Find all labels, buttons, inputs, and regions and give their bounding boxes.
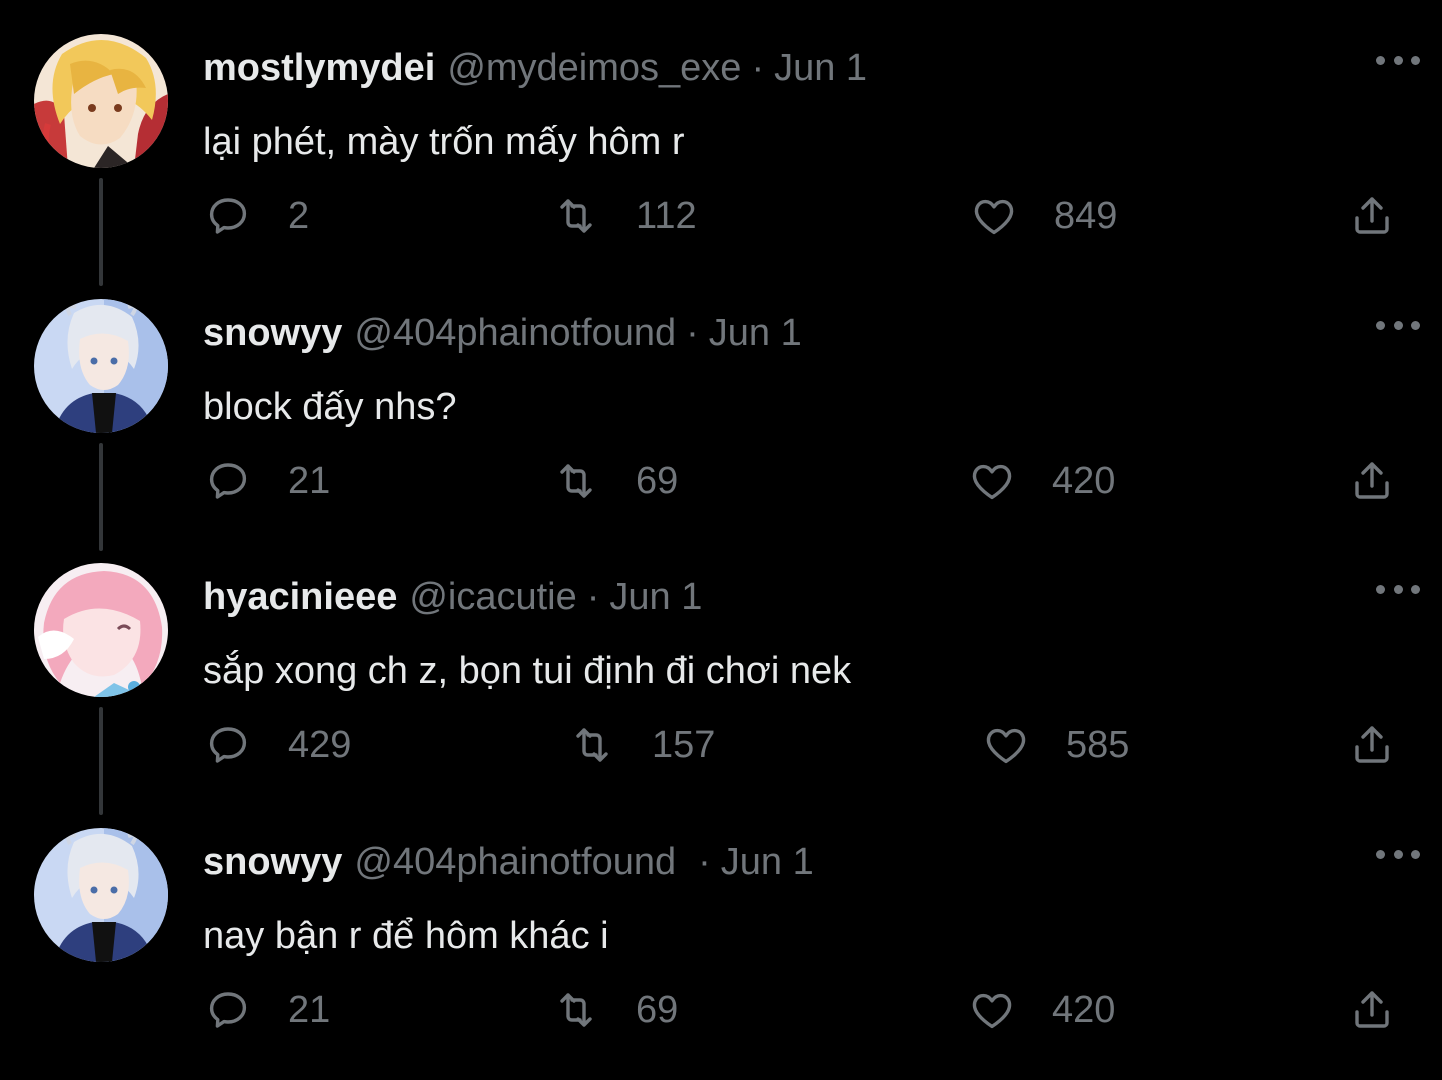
reply-icon — [209, 992, 247, 1028]
display-name[interactable]: mostlymydei — [203, 47, 435, 89]
retweet-button[interactable]: 157 — [568, 717, 715, 773]
avatar[interactable] — [34, 299, 168, 433]
reply-button[interactable]: 429 — [204, 717, 351, 773]
tweet-header: hyacinieee @icacutie · Jun 1 — [203, 575, 702, 619]
tweet[interactable]: snowyy @404phainotfound · Jun 1 nay bận r đ… — [0, 794, 1442, 1059]
tweet-text: nay bận r để hôm khác i — [203, 915, 609, 957]
reply-button[interactable]: 2 — [204, 188, 309, 244]
display-name[interactable]: snowyy — [203, 841, 342, 883]
retweet-count: 157 — [652, 724, 716, 766]
separator-dot: · — [586, 576, 600, 618]
tweet-actions: 21 69 420 — [0, 453, 1442, 509]
tweet[interactable]: mostlymydei @mydeimos_exe · Jun 1 lại phét,… — [0, 0, 1442, 286]
like-button[interactable]: 585 — [982, 717, 1129, 773]
tweet[interactable]: snowyy @404phainotfound · Jun 1 block đấy n… — [0, 265, 1442, 551]
user-handle[interactable]: @icacutie — [409, 576, 576, 618]
separator-dot: · — [698, 841, 711, 883]
like-icon — [972, 464, 1012, 500]
share-button[interactable] — [1348, 453, 1396, 509]
tweet-header: mostlymydei @mydeimos_exe · Jun 1 — [203, 46, 867, 90]
reply-icon — [209, 198, 247, 234]
more-icon[interactable] — [1376, 577, 1420, 601]
reply-count: 21 — [288, 989, 331, 1031]
tweet-date[interactable]: Jun 1 — [774, 47, 867, 89]
retweet-button[interactable]: 69 — [552, 453, 678, 509]
like-icon — [974, 199, 1014, 235]
tweet-text: block đấy nhs? — [203, 386, 457, 428]
share-button[interactable] — [1348, 188, 1396, 244]
tweet-header: snowyy @404phainotfound · Jun 1 — [203, 840, 814, 884]
reply-icon — [209, 727, 247, 763]
display-name[interactable]: snowyy — [203, 312, 342, 354]
reply-button[interactable]: 21 — [204, 453, 330, 509]
separator-dot: · — [751, 47, 765, 89]
like-count: 585 — [1066, 724, 1130, 766]
retweet-count: 69 — [636, 989, 679, 1031]
user-handle[interactable]: @404phainotfound — [354, 312, 676, 354]
display-name[interactable]: hyacinieee — [203, 576, 397, 618]
share-icon — [1355, 991, 1389, 1028]
retweet-icon — [576, 728, 608, 762]
tweet-actions: 429 157 585 — [0, 717, 1442, 773]
user-handle[interactable]: @mydeimos_exe — [447, 47, 741, 89]
retweet-count: 112 — [636, 195, 697, 237]
user-handle[interactable]: @404phainotfound — [354, 841, 676, 883]
tweet-actions: 21 69 420 — [0, 982, 1442, 1038]
more-icon[interactable] — [1376, 313, 1420, 337]
avatar[interactable] — [34, 828, 168, 962]
reply-count: 21 — [288, 460, 331, 502]
like-icon — [972, 993, 1012, 1029]
share-icon — [1355, 462, 1389, 499]
more-icon[interactable] — [1376, 842, 1420, 866]
tweet-date[interactable]: Jun 1 — [609, 576, 702, 618]
reply-button[interactable]: 21 — [204, 982, 330, 1038]
retweet-count: 69 — [636, 460, 679, 502]
retweet-icon — [560, 199, 592, 233]
separator-dot: · — [686, 312, 699, 354]
share-button[interactable] — [1348, 717, 1396, 773]
tweet-text: sắp xong ch z, bọn tui định đi chơi nek — [203, 650, 852, 692]
retweet-button[interactable]: 112 — [552, 188, 697, 244]
tweet-date[interactable]: Jun 1 — [709, 312, 802, 354]
reply-count: 2 — [288, 195, 310, 237]
tweet-actions: 2 112 849 — [0, 188, 1442, 244]
retweet-icon — [560, 464, 592, 498]
reply-count: 429 — [288, 724, 352, 766]
share-icon — [1355, 197, 1389, 234]
share-icon — [1355, 726, 1389, 763]
share-button[interactable] — [1348, 982, 1396, 1038]
more-icon[interactable] — [1376, 48, 1420, 72]
like-count: 420 — [1052, 989, 1116, 1031]
tweet-text: lại phét, mày trốn mấy hôm r — [203, 121, 685, 163]
tweet-date[interactable]: Jun 1 — [721, 841, 814, 883]
tweet-header: snowyy @404phainotfound · Jun 1 — [203, 311, 802, 355]
like-button[interactable]: 420 — [968, 453, 1115, 509]
like-icon — [986, 728, 1026, 764]
tweet[interactable]: hyacinieee @icacutie · Jun 1 sắp xong ch z,… — [0, 529, 1442, 815]
retweet-button[interactable]: 69 — [552, 982, 678, 1038]
retweet-icon — [560, 993, 592, 1027]
like-count: 849 — [1054, 195, 1118, 237]
like-count: 420 — [1052, 460, 1116, 502]
like-button[interactable]: 420 — [968, 982, 1115, 1038]
like-button[interactable]: 849 — [970, 188, 1117, 244]
avatar[interactable] — [34, 34, 168, 168]
avatar[interactable] — [34, 563, 168, 697]
reply-thread: mostlymydei @mydeimos_exe · Jun 1 lại phét,… — [0, 0, 1442, 1080]
reply-icon — [209, 463, 247, 499]
